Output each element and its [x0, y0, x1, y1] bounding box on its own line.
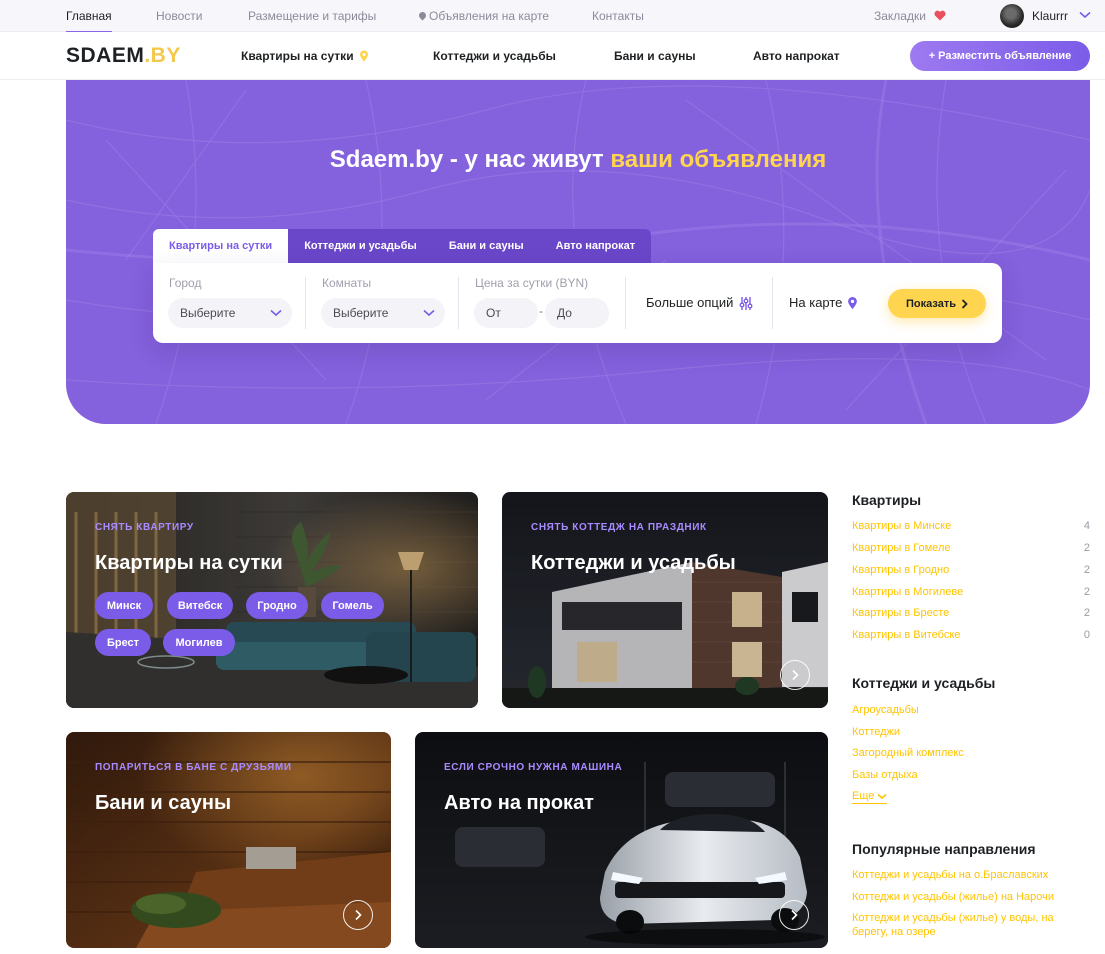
card-kicker: ПОПАРИТЬСЯ В БАНЕ С ДРУЗЬЯМИ: [95, 762, 292, 773]
search-tabs: Квартиры на сутки Коттеджи и усадьбы Бан…: [153, 229, 652, 263]
sidebar-link-agro[interactable]: Агроусадьбы: [852, 704, 919, 716]
map-pin-icon[interactable]: [847, 296, 858, 310]
sidebar-link-waterside-cont[interactable]: берегу, на озере: [852, 926, 936, 938]
tab-cottages[interactable]: Коттеджи и усадьбы: [288, 229, 433, 263]
price-from-input[interactable]: От: [474, 298, 538, 328]
sidebar-count: 2: [1083, 586, 1090, 598]
card-kicker: СНЯТЬ КВАРТИРУ: [95, 522, 194, 533]
rooms-select[interactable]: Выберите: [321, 298, 445, 328]
sidebar-link-waterside[interactable]: Коттеджи и усадьбы (жилье) у воды, на: [852, 912, 1054, 924]
price-label: Цена за сутки (BYN): [475, 276, 589, 290]
username[interactable]: Klaurrr: [1032, 9, 1068, 23]
city-chip-minsk[interactable]: Минск: [95, 592, 153, 619]
sidebar-link-vitebsk[interactable]: Квартиры в Витебске: [852, 629, 960, 641]
map-pin-icon: [360, 50, 368, 62]
chevron-right-icon: [792, 669, 799, 681]
tab-car-rental[interactable]: Авто напрокат: [539, 229, 652, 263]
divider: [772, 277, 773, 329]
city-chip-mogilev[interactable]: Могилев: [163, 629, 235, 656]
rooms-label: Комнаты: [322, 276, 372, 290]
nav-car-rental[interactable]: Авто напрокат: [753, 49, 840, 63]
sidebar-count: 4: [1083, 520, 1090, 532]
price-separator: -: [539, 304, 543, 318]
divider: [458, 277, 459, 329]
sidebar-cottages-title: Коттеджи и усадьбы: [852, 675, 996, 691]
city-chip-vitebsk[interactable]: Витебск: [167, 592, 233, 619]
sidebar-link-recreation-bases[interactable]: Базы отдыха: [852, 769, 918, 781]
price-to-input[interactable]: До: [545, 298, 609, 328]
topnav-news[interactable]: Новости: [156, 9, 202, 23]
post-ad-button[interactable]: + Разместить объявление: [910, 41, 1090, 71]
topnav-map-ads[interactable]: Объявления на карте: [429, 9, 549, 23]
sidebar-apartments-title: Квартиры: [852, 492, 922, 508]
sidebar-count: 2: [1083, 607, 1090, 619]
more-options-button[interactable]: Больше опций: [646, 295, 733, 310]
sidebar-link-brest[interactable]: Квартиры в Бресте: [852, 607, 949, 619]
chevron-right-icon: [355, 909, 362, 921]
nav-apartments[interactable]: Квартиры на сутки: [241, 49, 354, 63]
tab-apartments[interactable]: Квартиры на сутки: [153, 229, 289, 263]
top-bar: Главная Новости Размещение и тарифы Объя…: [0, 0, 1105, 33]
sidebar-count: 2: [1083, 564, 1090, 576]
chevron-down-icon: [423, 309, 435, 317]
card-title: Бани и сауны: [95, 792, 232, 814]
search-panel: Город Выберите Комнаты Выберите Цена за …: [153, 263, 1002, 343]
sliders-icon[interactable]: [739, 296, 753, 311]
city-chip-gomel[interactable]: Гомель: [321, 592, 384, 619]
topnav-contacts[interactable]: Контакты: [592, 9, 644, 23]
hero-title: Sdaem.by - у нас живут ваши объявления: [329, 146, 827, 173]
open-card-button[interactable]: [343, 900, 373, 930]
divider: [305, 277, 306, 329]
card-cottages[interactable]: СНЯТЬ КОТТЕДЖ НА ПРАЗДНИК Коттеджи и уса…: [502, 492, 828, 708]
topnav-home[interactable]: Главная: [66, 9, 112, 33]
card-apartments[interactable]: СНЯТЬ КВАРТИРУ Квартиры на сутки Минск В…: [66, 492, 478, 708]
sidebar-more-button[interactable]: Еще: [852, 790, 888, 804]
card-title: Квартиры на сутки: [95, 552, 283, 574]
sidebar-link-braslav[interactable]: Коттеджи и усадьбы на о.Браславских: [852, 869, 1048, 881]
divider: [625, 277, 626, 329]
avatar[interactable]: [1000, 4, 1024, 28]
sidebar-link-country-complex[interactable]: Загородный комплекс: [852, 747, 964, 759]
sidebar-link-grodno[interactable]: Квартиры в Гродно: [852, 564, 949, 576]
topnav-pricing[interactable]: Размещение и тарифы: [248, 9, 376, 23]
sidebar-link-minsk[interactable]: Квартиры в Минске: [852, 520, 951, 532]
nav-cottages[interactable]: Коттеджи и усадьбы: [433, 49, 556, 63]
bookmarks-link[interactable]: Закладки: [874, 9, 926, 23]
sidebar-link-naroch[interactable]: Коттеджи и усадьбы (жилье) на Нарочи: [852, 891, 1054, 903]
open-card-button[interactable]: [779, 900, 809, 930]
open-card-button[interactable]: [780, 660, 810, 690]
card-kicker: ЕСЛИ СРОЧНО НУЖНА МАШИНА: [444, 762, 623, 773]
city-chip-brest[interactable]: Брест: [95, 629, 151, 656]
card-car-rental[interactable]: ЕСЛИ СРОЧНО НУЖНА МАШИНА Авто на прокат: [415, 732, 828, 948]
card-title: Коттеджи и усадьбы: [531, 552, 736, 574]
chevron-down-icon[interactable]: [1079, 11, 1091, 19]
card-title: Авто на прокат: [444, 792, 594, 814]
chevron-down-icon: [877, 793, 887, 799]
city-select[interactable]: Выберите: [168, 298, 292, 328]
sidebar-link-mogilev[interactable]: Квартиры в Могилеве: [852, 586, 963, 598]
city-chip-grodno[interactable]: Гродно: [246, 592, 308, 619]
chevron-right-icon: [961, 298, 968, 309]
card-saunas[interactable]: ПОПАРИТЬСЯ В БАНЕ С ДРУЗЬЯМИ Бани и саун…: [66, 732, 391, 948]
city-label: Город: [169, 276, 202, 290]
chevron-right-icon: [791, 909, 798, 921]
sidebar-link-gomel[interactable]: Квартиры в Гомеле: [852, 542, 950, 554]
heart-icon[interactable]: [934, 10, 946, 21]
tab-saunas[interactable]: Бани и сауны: [432, 229, 540, 263]
on-map-button[interactable]: На карте: [789, 295, 842, 310]
sidebar-link-cottages[interactable]: Коттеджи: [852, 726, 900, 738]
show-results-button[interactable]: Показать: [888, 289, 986, 318]
sidebar-count: 0: [1083, 629, 1090, 641]
sidebar-popular-title: Популярные направления: [852, 841, 1036, 857]
card-kicker: СНЯТЬ КОТТЕДЖ НА ПРАЗДНИК: [531, 522, 707, 533]
map-pin-icon: [417, 10, 428, 21]
sidebar-count: 2: [1083, 542, 1090, 554]
chevron-down-icon: [270, 309, 282, 317]
logo[interactable]: SDAEM.BY: [66, 44, 181, 68]
nav-saunas[interactable]: Бани и сауны: [614, 49, 696, 63]
